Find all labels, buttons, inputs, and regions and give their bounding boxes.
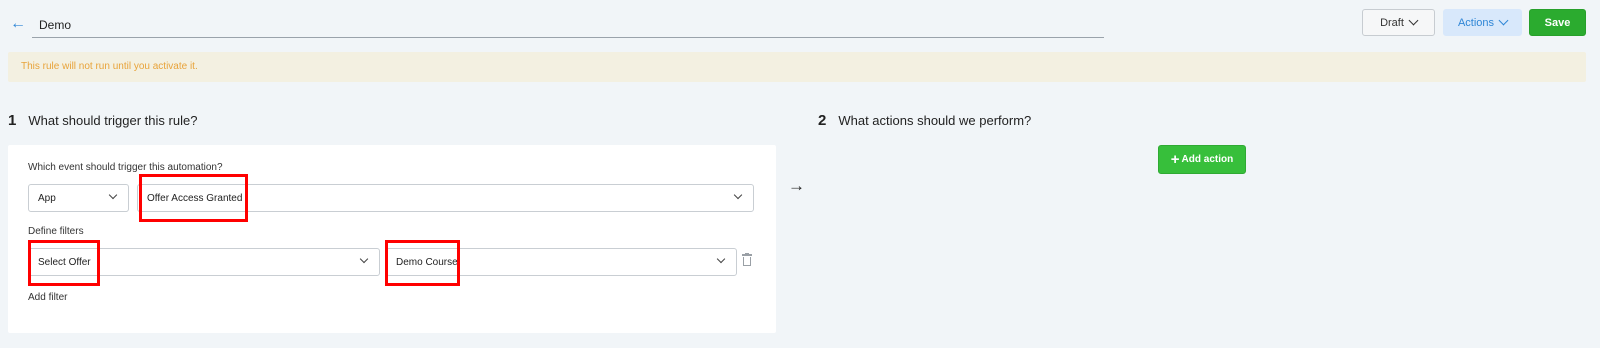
source-select[interactable]: App <box>28 184 129 212</box>
actions-section-heading: 2 What actions should we perform? <box>818 112 1031 129</box>
back-arrow-icon[interactable]: ← <box>10 14 30 34</box>
source-value: App <box>38 192 56 204</box>
filter-value-select[interactable]: Demo Course <box>386 248 737 276</box>
chevron-down-icon <box>359 254 369 264</box>
actions-heading-text: What actions should we perform? <box>838 113 1032 128</box>
filter-field-value: Select Offer <box>38 256 91 268</box>
filter-field-select[interactable]: Select Offer <box>28 248 380 276</box>
chevron-down-icon <box>716 254 726 264</box>
event-select[interactable]: Offer Access Granted <box>137 184 754 212</box>
trigger-card <box>8 145 776 333</box>
trigger-section-heading: 1 What should trigger this rule? <box>8 112 197 129</box>
event-value: Offer Access Granted <box>147 192 243 204</box>
status-dropdown[interactable]: Draft <box>1362 9 1435 36</box>
add-filter-link[interactable]: Add filter <box>28 292 67 303</box>
rule-title-input[interactable] <box>32 12 1104 38</box>
add-action-button[interactable]: + Add action <box>1158 145 1246 174</box>
filter-value: Demo Course <box>396 256 458 268</box>
chevron-down-icon <box>733 190 743 200</box>
step-number: 2 <box>818 112 827 129</box>
chevron-down-icon <box>1408 15 1419 26</box>
arrow-right-icon: → <box>788 176 805 195</box>
plus-icon: + <box>1170 151 1180 168</box>
filters-label: Define filters <box>28 226 84 237</box>
save-button[interactable]: Save <box>1529 9 1586 36</box>
status-label: Draft <box>1380 16 1404 29</box>
inactive-rule-alert: This rule will not run until you activat… <box>8 52 1586 82</box>
step-number: 1 <box>8 112 17 129</box>
actions-dropdown[interactable]: Actions <box>1443 9 1522 36</box>
top-bar: ← Draft Actions Save <box>0 0 1600 46</box>
alert-text: This rule will not run until you activat… <box>21 61 198 72</box>
trigger-heading-text: What should trigger this rule? <box>28 113 198 128</box>
add-action-label: Add action <box>1181 154 1234 165</box>
save-label: Save <box>1544 16 1571 29</box>
event-label: Which event should trigger this automati… <box>28 162 223 173</box>
chevron-down-icon <box>108 190 118 200</box>
trash-icon[interactable] <box>741 253 753 266</box>
chevron-down-icon <box>1498 15 1509 26</box>
actions-label: Actions <box>1457 16 1495 29</box>
